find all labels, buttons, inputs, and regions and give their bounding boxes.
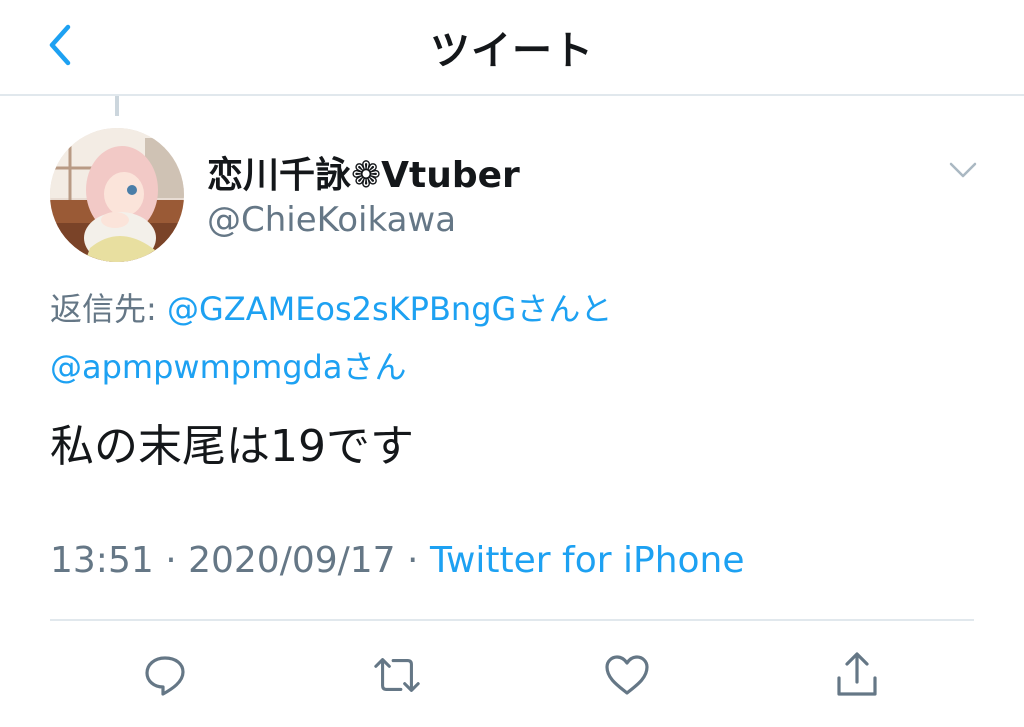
tweet-date: 2020/09/17 [188,540,396,581]
meta-separator-2: · [395,540,430,581]
mention-link-1[interactable]: @GZAMEos2sKPBngG [167,290,516,328]
navigation-bar: ツイート [0,0,1024,96]
page-title: ツイート [430,28,594,74]
retweet-button[interactable] [372,650,422,700]
thread-connector-line [115,96,119,116]
replying-to-line: 返信先: @GZAMEos2sKPBngGさんと [50,284,612,330]
tweet-source-link[interactable]: Twitter for iPhone [430,540,745,581]
reply-button[interactable] [140,650,190,700]
heart-icon [605,655,649,695]
meta-separator-1: · [153,540,189,581]
replying-to-line-2: @apmpwmpmgdaさん [50,342,406,388]
replying-to-label: 返信先: [50,290,157,328]
tweet-text: 私の末尾は19です [50,421,414,472]
tweet-meta: 13:51 · 2020/09/17 · Twitter for iPhone [50,540,745,581]
chevron-down-icon [949,162,977,178]
reply-icon [145,656,185,696]
share-icon [837,652,877,696]
user-handle[interactable]: @ChieKoikawa [207,200,456,240]
avatar[interactable] [50,128,184,262]
mention-link-2[interactable]: @apmpwmpmgda [50,348,342,386]
avatar-image [50,128,184,262]
tweet-time: 13:51 [50,540,154,581]
like-button[interactable] [602,650,652,700]
retweet-icon [374,658,420,692]
tweet-options-button[interactable] [940,150,986,190]
mention-2-suffix[interactable]: さん [342,348,406,386]
divider [50,619,974,621]
display-name[interactable]: 恋川千詠❁Vtuber [207,146,520,198]
share-button[interactable] [832,650,882,700]
mention-1-suffix[interactable]: さんと [516,290,612,328]
